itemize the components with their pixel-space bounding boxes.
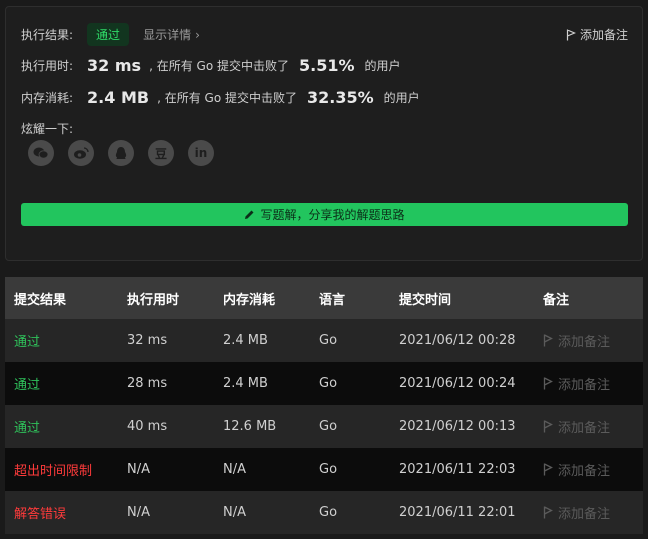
runtime-value: 32 ms [87,56,142,75]
add-note-button[interactable]: 添加备注 [534,319,643,362]
result-label: 执行结果: [21,28,74,42]
runtime-row: 执行用时: 32 ms , 在所有 Go 提交中击败了 5.51% 的用户 [21,56,401,75]
add-note-button[interactable]: 添加备注 [566,26,628,43]
write-solution-button[interactable]: 写题解，分享我的解题思路 [21,203,628,226]
submission-memory: 2.4 MB [223,333,268,348]
submission-language: Go [319,505,338,520]
weibo-icon[interactable] [68,140,94,166]
submission-result[interactable]: 通过 [5,362,118,405]
memory-suffix: 的用户 [383,91,420,105]
submission-memory: 12.6 MB [223,419,277,434]
submission-runtime: 40 ms [127,419,168,434]
add-note-button[interactable]: 添加备注 [534,405,643,448]
submission-result[interactable]: 超出时间限制 [5,448,118,491]
add-note-label: 添加备注 [579,28,628,42]
add-note-button[interactable]: 添加备注 [534,448,643,491]
memory-value: 2.4 MB [87,88,150,107]
table-row[interactable]: 通过 40 ms 12.6 MB Go 2021/06/12 00:13 添加备… [5,405,643,448]
submission-result[interactable]: 通过 [5,405,118,448]
header-result: 提交结果 [14,292,67,308]
linkedin-glyph: in [194,146,208,160]
add-note-label: 添加备注 [558,506,611,522]
douban-icon[interactable]: 豆 [148,140,174,166]
add-note-label: 添加备注 [558,463,611,479]
submission-time: 2021/06/12 00:24 [399,376,516,391]
header-note: 备注 [543,292,570,308]
flag-icon [543,505,553,518]
pencil-icon [245,210,254,219]
memory-percent: 32.35% [306,88,374,107]
runtime-prefix: , 在所有 Go 提交中击败了 [149,59,289,73]
memory-label: 内存消耗: [21,91,74,105]
result-panel: 执行结果: 通过 显示详情 › 添加备注 执行用时: 32 ms , 在所有 Go… [5,6,643,261]
result-row: 执行结果: 通过 显示详情 › [21,23,200,46]
flag-icon [543,462,553,475]
share-row: 炫耀一下: [21,120,73,137]
submission-memory: N/A [223,462,246,477]
submission-time: 2021/06/11 22:03 [399,462,516,477]
runtime-suffix: 的用户 [364,59,401,73]
submission-result[interactable]: 解答错误 [5,491,118,534]
submissions-table: 提交结果 执行用时 内存消耗 语言 提交时间 备注 通过 32 ms 2.4 M… [5,277,643,534]
submission-language: Go [319,462,338,477]
add-note-label: 添加备注 [558,334,611,350]
show-details-label: 显示详情 [143,28,192,42]
submission-runtime: N/A [127,505,150,520]
header-submit-time: 提交时间 [399,292,452,308]
table-row[interactable]: 解答错误 N/A N/A Go 2021/06/11 22:01 添加备注 [5,491,643,534]
runtime-label: 执行用时: [21,59,74,73]
write-solution-label: 写题解，分享我的解题思路 [260,208,405,222]
qq-icon[interactable] [108,140,134,166]
submission-result[interactable]: 通过 [5,319,118,362]
flag-icon [543,419,553,432]
submission-language: Go [319,376,338,391]
table-row[interactable]: 通过 28 ms 2.4 MB Go 2021/06/12 00:24 添加备注 [5,362,643,405]
runtime-percent: 5.51% [298,56,355,75]
header-runtime: 执行用时 [127,292,180,308]
status-badge: 通过 [87,23,130,46]
submission-time: 2021/06/12 00:28 [399,333,516,348]
memory-prefix: , 在所有 Go 提交中击败了 [157,91,297,105]
flag-icon [566,28,576,40]
chevron-right-icon: › [195,28,200,42]
memory-row: 内存消耗: 2.4 MB , 在所有 Go 提交中击败了 32.35% 的用户 [21,88,420,107]
submission-runtime: 32 ms [127,333,168,348]
add-note-label: 添加备注 [558,377,611,393]
submission-time: 2021/06/12 00:13 [399,419,516,434]
submission-runtime: N/A [127,462,150,477]
submission-language: Go [319,333,338,348]
add-note-button[interactable]: 添加备注 [534,491,643,534]
table-row[interactable]: 通过 32 ms 2.4 MB Go 2021/06/12 00:28 添加备注 [5,319,643,362]
share-label: 炫耀一下: [21,122,74,136]
submission-runtime: 28 ms [127,376,168,391]
add-note-button[interactable]: 添加备注 [534,362,643,405]
douban-glyph: 豆 [154,146,167,161]
flag-icon [543,333,553,346]
submission-memory: 2.4 MB [223,376,268,391]
linkedin-icon[interactable]: in [188,140,214,166]
flag-icon [543,376,553,389]
show-details-link[interactable]: 显示详情 › [143,26,200,43]
wechat-icon[interactable] [28,140,54,166]
table-header-row: 提交结果 执行用时 内存消耗 语言 提交时间 备注 [5,277,643,319]
header-language: 语言 [319,292,346,308]
share-buttons: 豆 in [28,140,228,166]
table-row[interactable]: 超出时间限制 N/A N/A Go 2021/06/11 22:03 添加备注 [5,448,643,491]
submission-memory: N/A [223,505,246,520]
header-memory: 内存消耗 [223,292,276,308]
submission-language: Go [319,419,338,434]
submission-time: 2021/06/11 22:01 [399,505,516,520]
add-note-label: 添加备注 [558,420,611,436]
